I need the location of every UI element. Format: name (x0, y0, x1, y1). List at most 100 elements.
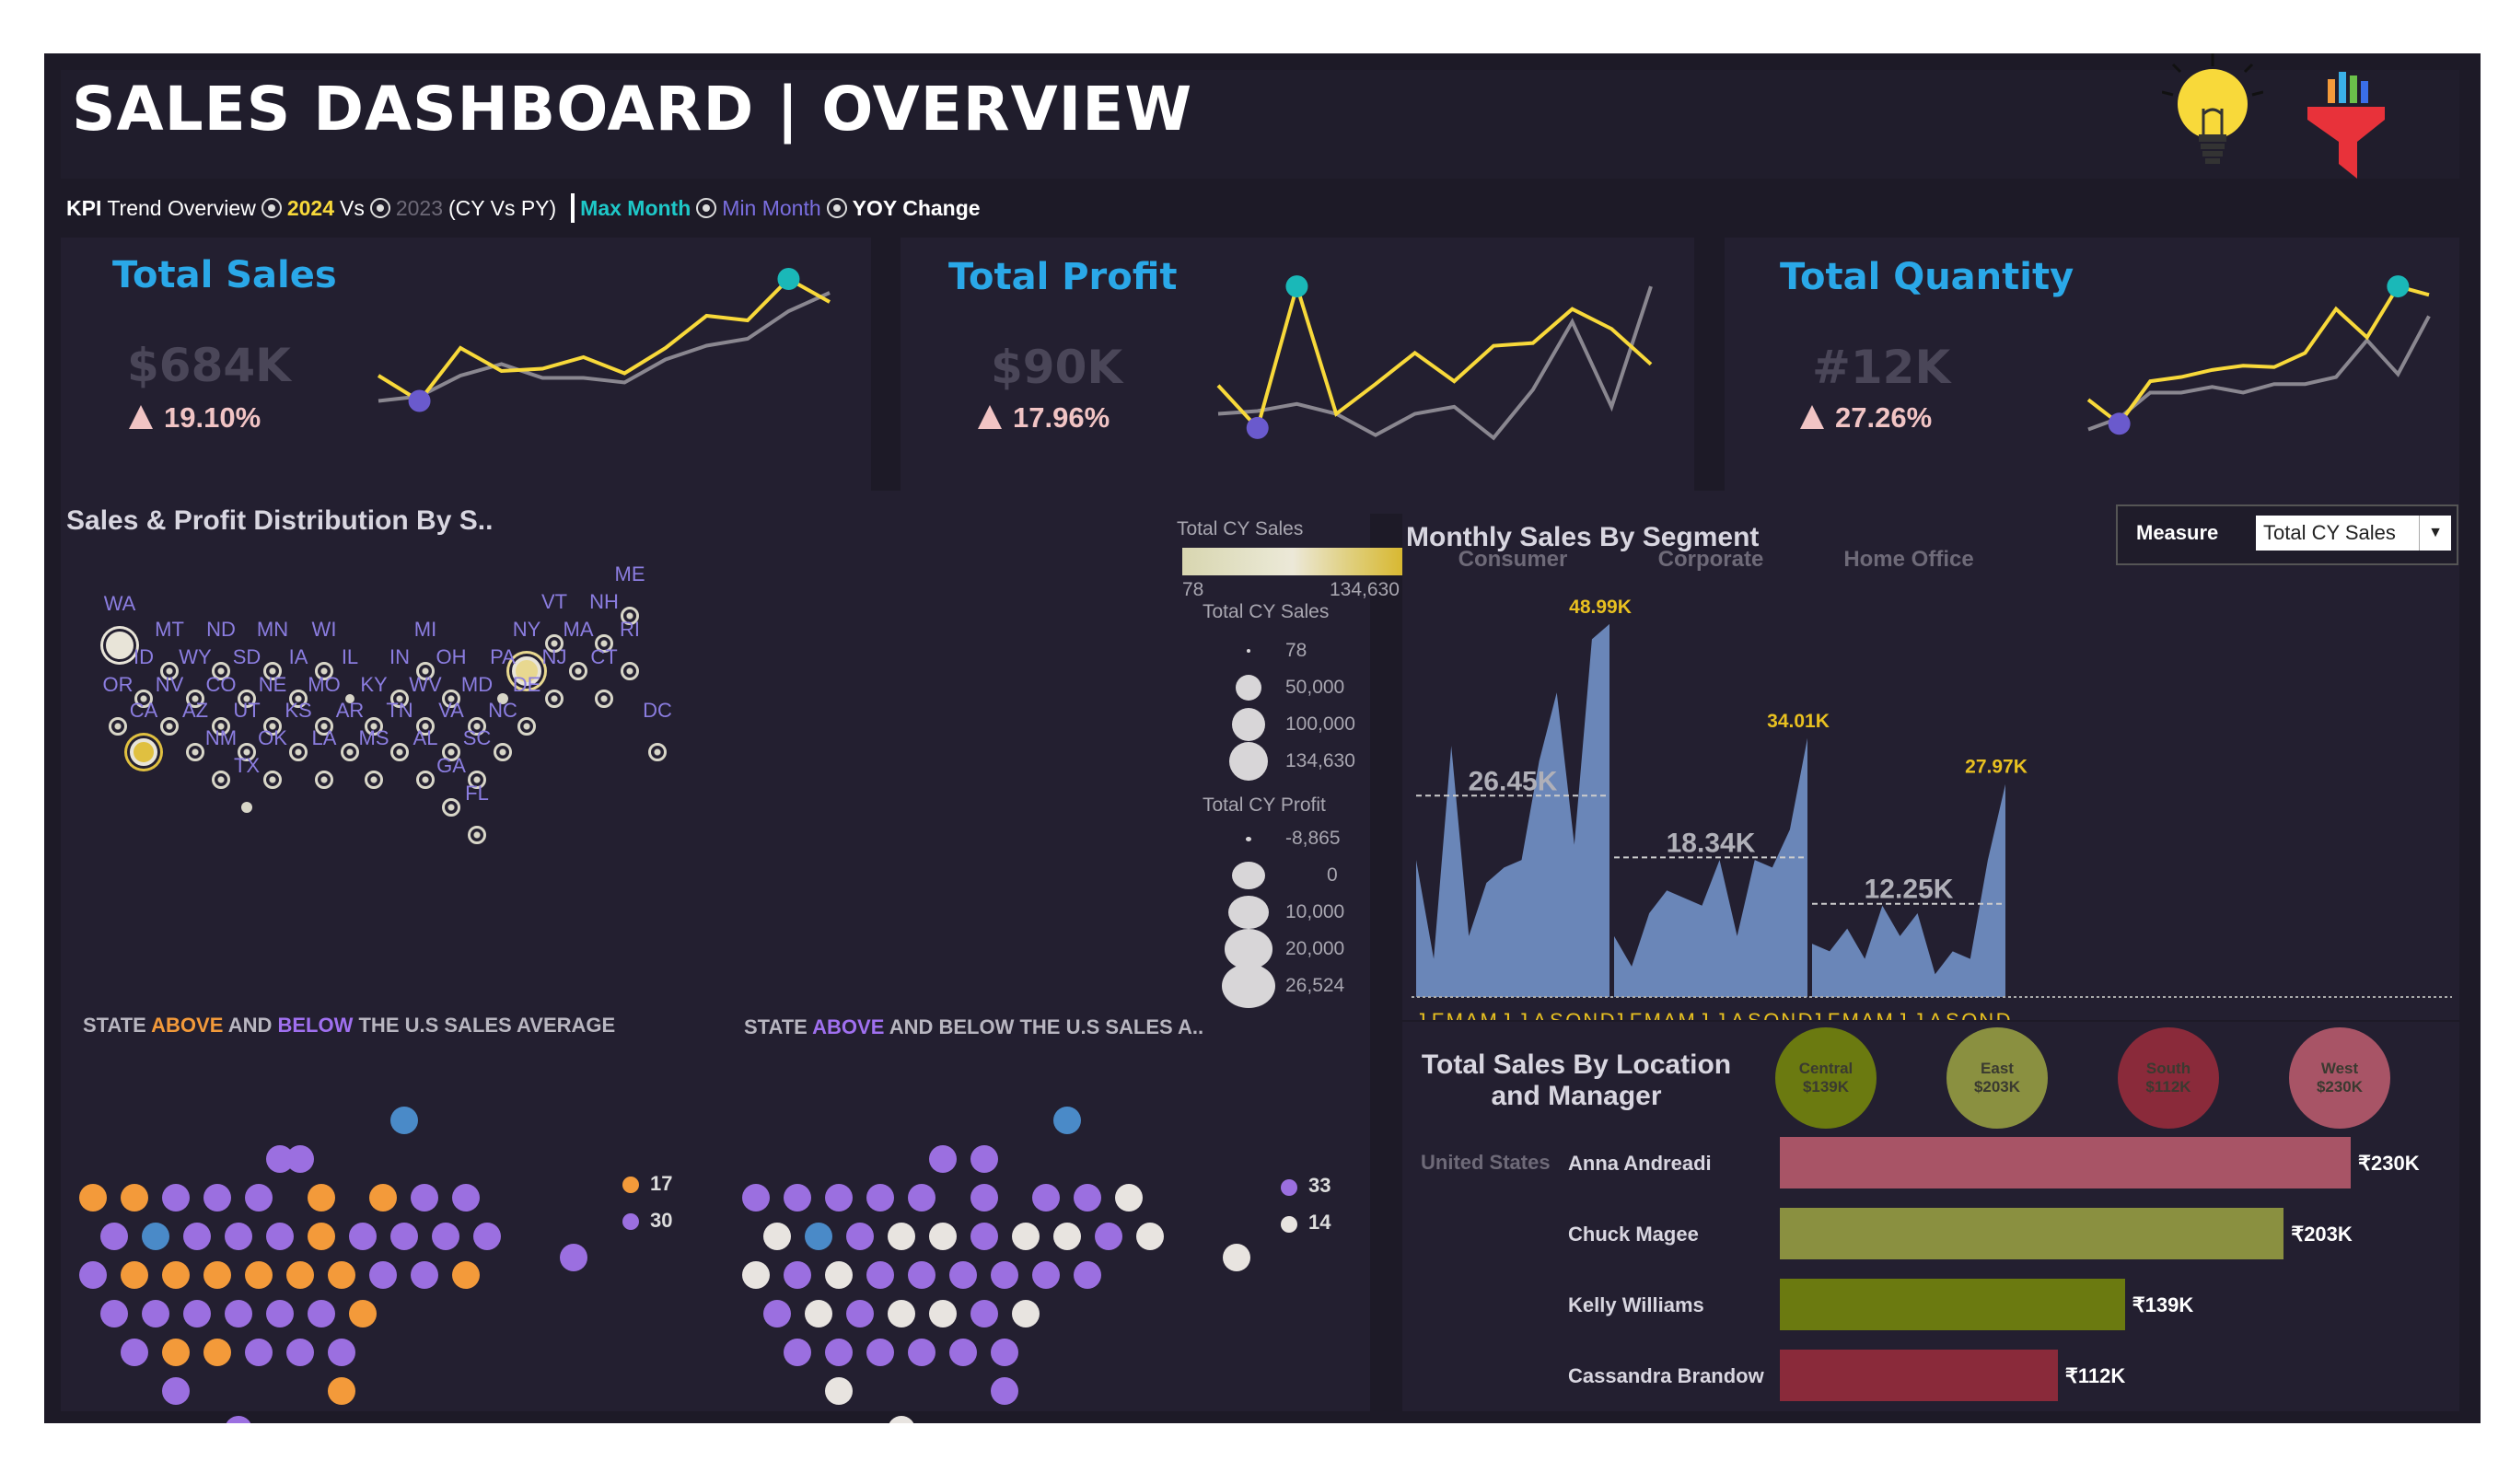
state-marker-dc[interactable] (648, 743, 667, 761)
state-hex[interactable] (991, 1377, 1018, 1405)
region-circle-east[interactable]: East $203K (1946, 1027, 2048, 1129)
state-hex[interactable] (1094, 1223, 1122, 1250)
py-radio[interactable] (369, 198, 390, 218)
state-hex[interactable] (762, 1300, 791, 1327)
state-marker-ri[interactable] (621, 662, 639, 680)
manager-bar[interactable] (1780, 1279, 2125, 1330)
state-hex[interactable] (369, 1184, 397, 1212)
state-hex[interactable] (141, 1223, 169, 1250)
state-hex[interactable] (908, 1261, 935, 1289)
state-hex[interactable] (825, 1261, 853, 1289)
state-hex[interactable] (991, 1261, 1018, 1289)
state-hex[interactable] (928, 1300, 957, 1327)
state-hex[interactable] (203, 1184, 231, 1212)
state-hex[interactable] (887, 1300, 915, 1327)
measure-dropdown[interactable]: Total CY Sales ▼ (2256, 516, 2451, 551)
state-hex[interactable] (866, 1261, 894, 1289)
state-hex[interactable] (1074, 1261, 1101, 1289)
yoy-radio[interactable] (826, 198, 847, 218)
state-hex[interactable] (369, 1261, 397, 1289)
state-marker-ma[interactable] (569, 662, 587, 680)
state-hex[interactable] (348, 1300, 377, 1327)
state-hex[interactable] (887, 1223, 915, 1250)
state-marker-nm[interactable] (212, 771, 230, 789)
state-hex[interactable] (162, 1339, 190, 1366)
state-marker-ar[interactable] (341, 743, 359, 761)
region-circle-central[interactable]: Central $139K (1775, 1027, 1877, 1129)
state-hex[interactable] (141, 1300, 169, 1327)
state-hex[interactable] (328, 1339, 355, 1366)
state-hex[interactable] (1052, 1223, 1081, 1250)
state-marker-nc[interactable] (494, 743, 512, 761)
cy-radio[interactable] (261, 198, 282, 218)
state-hex[interactable] (762, 1223, 791, 1250)
state-hex[interactable] (162, 1261, 190, 1289)
state-hex[interactable] (162, 1184, 190, 1212)
state-hex[interactable] (560, 1244, 587, 1271)
region-circle-west[interactable]: West $230K (2289, 1027, 2390, 1129)
state-marker-ga[interactable] (442, 798, 460, 817)
state-hex[interactable] (949, 1339, 977, 1366)
filter-icon[interactable] (2300, 68, 2392, 179)
state-hex[interactable] (928, 1223, 957, 1250)
state-marker-ms[interactable] (365, 771, 383, 789)
state-hex[interactable] (328, 1261, 355, 1289)
state-hex[interactable] (389, 1107, 418, 1134)
state-hex[interactable] (866, 1184, 894, 1212)
state-hex[interactable] (825, 1339, 853, 1366)
state-hex[interactable] (121, 1261, 148, 1289)
state-hex[interactable] (431, 1223, 459, 1250)
state-marker-ok[interactable] (263, 771, 282, 789)
state-marker-nj[interactable] (545, 690, 564, 708)
state-hex[interactable] (99, 1223, 128, 1250)
state-hex[interactable] (970, 1184, 998, 1212)
state-hex[interactable] (1032, 1261, 1060, 1289)
state-hex[interactable] (224, 1300, 252, 1327)
state-marker-ca[interactable] (130, 738, 157, 766)
state-hex[interactable] (742, 1261, 770, 1289)
state-hex[interactable] (949, 1261, 977, 1289)
state-hex[interactable] (162, 1377, 190, 1405)
state-hex[interactable] (121, 1184, 148, 1212)
state-hex[interactable] (245, 1261, 273, 1289)
state-hex[interactable] (1032, 1184, 1060, 1212)
state-hex[interactable] (286, 1145, 314, 1173)
state-hex[interactable] (970, 1145, 998, 1173)
state-hex[interactable] (121, 1339, 148, 1366)
state-hex[interactable] (908, 1339, 935, 1366)
state-marker-tn[interactable] (390, 743, 409, 761)
state-marker-tx[interactable] (241, 802, 252, 813)
state-hex[interactable] (784, 1261, 811, 1289)
state-hex[interactable] (99, 1300, 128, 1327)
max-month-radio[interactable] (696, 198, 717, 218)
state-hex[interactable] (970, 1223, 998, 1250)
state-hex[interactable] (845, 1300, 874, 1327)
state-hex[interactable] (825, 1377, 853, 1405)
state-hex[interactable] (804, 1300, 832, 1327)
state-hex[interactable] (182, 1223, 211, 1250)
state-hex[interactable] (804, 1223, 832, 1250)
state-hex[interactable] (286, 1339, 314, 1366)
state-hex[interactable] (224, 1416, 252, 1423)
state-hex[interactable] (245, 1184, 273, 1212)
state-marker-ks[interactable] (289, 743, 308, 761)
state-hex[interactable] (245, 1339, 273, 1366)
state-hex[interactable] (265, 1300, 294, 1327)
state-hex[interactable] (203, 1339, 231, 1366)
manager-bar[interactable] (1780, 1137, 2351, 1188)
state-hex[interactable] (991, 1339, 1018, 1366)
state-marker-al[interactable] (416, 771, 435, 789)
state-hex[interactable] (1223, 1244, 1250, 1271)
state-hex[interactable] (307, 1184, 335, 1212)
state-hex[interactable] (887, 1416, 915, 1423)
state-marker-or[interactable] (109, 717, 127, 736)
state-hex[interactable] (182, 1300, 211, 1327)
state-marker-wa[interactable] (106, 632, 134, 659)
state-hex[interactable] (845, 1223, 874, 1250)
state-hex[interactable] (389, 1223, 418, 1250)
state-hex[interactable] (472, 1223, 501, 1250)
state-hex[interactable] (307, 1300, 335, 1327)
state-hex[interactable] (1052, 1107, 1081, 1134)
state-hex[interactable] (784, 1184, 811, 1212)
state-hex[interactable] (286, 1261, 314, 1289)
